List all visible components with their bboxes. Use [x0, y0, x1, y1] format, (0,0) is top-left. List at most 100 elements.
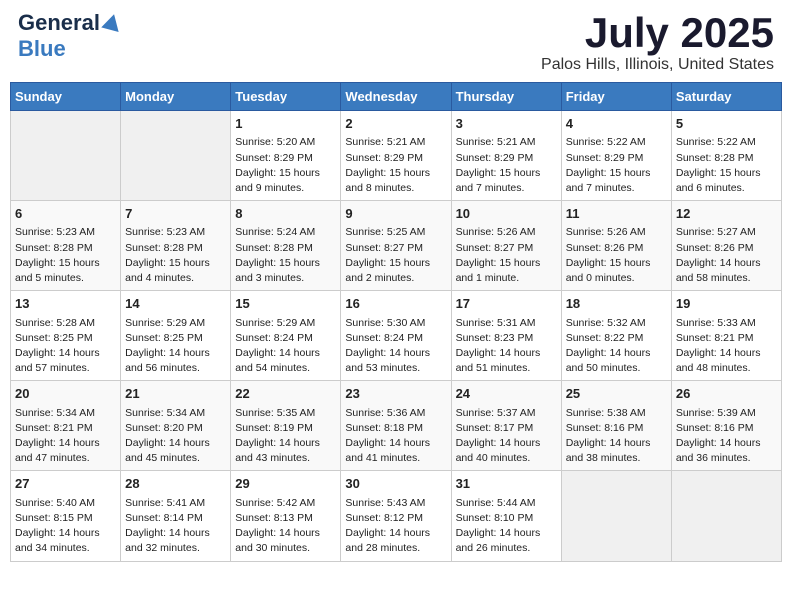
sunset-text: Sunset: 8:25 PM	[15, 331, 116, 346]
sunrise-text: Sunrise: 5:33 AM	[676, 316, 777, 331]
cell-content: Sunrise: 5:27 AMSunset: 8:26 PMDaylight:…	[676, 225, 777, 286]
daylight-text: Daylight: 14 hours and 43 minutes.	[235, 436, 336, 466]
calendar-cell	[11, 111, 121, 201]
weekday-header-friday: Friday	[561, 83, 671, 111]
day-number: 14	[125, 295, 226, 313]
calendar-cell: 31 Sunrise: 5:44 AMSunset: 8:10 PMDayligh…	[451, 471, 561, 561]
sunset-text: Sunset: 8:15 PM	[15, 511, 116, 526]
cell-content: Sunrise: 5:26 AMSunset: 8:26 PMDaylight:…	[566, 225, 667, 286]
day-number: 31	[456, 475, 557, 493]
daylight-text: Daylight: 14 hours and 36 minutes.	[676, 436, 777, 466]
day-number: 23	[345, 385, 446, 403]
weekday-header-monday: Monday	[121, 83, 231, 111]
sunrise-text: Sunrise: 5:25 AM	[345, 225, 446, 240]
daylight-text: Daylight: 15 hours and 2 minutes.	[345, 256, 446, 286]
sunset-text: Sunset: 8:29 PM	[566, 151, 667, 166]
daylight-text: Daylight: 14 hours and 41 minutes.	[345, 436, 446, 466]
day-number: 16	[345, 295, 446, 313]
cell-content: Sunrise: 5:21 AMSunset: 8:29 PMDaylight:…	[345, 135, 446, 196]
calendar-cell: 16Sunrise: 5:30 AMSunset: 8:24 PMDayligh…	[341, 291, 451, 381]
sunset-text: Sunset: 8:22 PM	[566, 331, 667, 346]
sunrise-text: Sunrise: 5:21 AM	[456, 135, 557, 150]
cell-content: Sunrise: 5:28 AMSunset: 8:25 PMDaylight:…	[15, 316, 116, 377]
sunrise-text: Sunrise: 5:39 AM	[676, 406, 777, 421]
weekday-header-wednesday: Wednesday	[341, 83, 451, 111]
calendar-cell: 29Sunrise: 5:42 AMSunset: 8:13 PMDayligh…	[231, 471, 341, 561]
sunrise-text: Sunrise: 5:21 AM	[345, 135, 446, 150]
sunset-text: Sunset: 8:24 PM	[235, 331, 336, 346]
sunset-text: Sunset: 8:21 PM	[676, 331, 777, 346]
cell-content: Sunrise: 5:26 AMSunset: 8:27 PMDaylight:…	[456, 225, 557, 286]
calendar-cell: 3Sunrise: 5:21 AMSunset: 8:29 PMDaylight…	[451, 111, 561, 201]
day-number: 15	[235, 295, 336, 313]
sunset-text: Sunset: 8:29 PM	[235, 151, 336, 166]
cell-content: Sunrise: 5:20 AMSunset: 8:29 PMDaylight:…	[235, 135, 336, 196]
cell-content: Sunrise: 5:39 AMSunset: 8:16 PMDaylight:…	[676, 406, 777, 467]
cell-content: Sunrise: 5:29 AMSunset: 8:24 PMDaylight:…	[235, 316, 336, 377]
sunrise-text: Sunrise: 5:31 AM	[456, 316, 557, 331]
sunrise-text: Sunrise: 5:24 AM	[235, 225, 336, 240]
daylight-text: Daylight: 15 hours and 3 minutes.	[235, 256, 336, 286]
calendar-cell: 8Sunrise: 5:24 AMSunset: 8:28 PMDaylight…	[231, 201, 341, 291]
calendar-week-4: 20Sunrise: 5:34 AMSunset: 8:21 PMDayligh…	[11, 381, 782, 471]
sunset-text: Sunset: 8:28 PM	[235, 241, 336, 256]
calendar-cell: 23 Sunrise: 5:36 AMSunset: 8:18 PMDayligh…	[341, 381, 451, 471]
cell-content: Sunrise: 5:32 AMSunset: 8:22 PMDaylight:…	[566, 316, 667, 377]
sunset-text: Sunset: 8:28 PM	[15, 241, 116, 256]
calendar-table: SundayMondayTuesdayWednesdayThursdayFrid…	[10, 82, 782, 561]
day-number: 12	[676, 205, 777, 223]
day-number: 24	[456, 385, 557, 403]
sunset-text: Sunset: 8:23 PM	[456, 331, 557, 346]
sunrise-text: Sunrise: 5:22 AM	[676, 135, 777, 150]
sunrise-text: Sunrise: 5:42 AM	[235, 496, 336, 511]
title-block: July 2025 Palos Hills, Illinois, United …	[541, 10, 774, 74]
day-number: 17	[456, 295, 557, 313]
cell-content: Sunrise: 5:22 AMSunset: 8:29 PMDaylight:…	[566, 135, 667, 196]
daylight-text: Daylight: 15 hours and 6 minutes.	[676, 166, 777, 196]
daylight-text: Daylight: 14 hours and 40 minutes.	[456, 436, 557, 466]
sunrise-text: Sunrise: 5:23 AM	[125, 225, 226, 240]
calendar-cell: 27Sunrise: 5:40 AMSunset: 8:15 PMDayligh…	[11, 471, 121, 561]
sunrise-text: Sunrise: 5:26 AM	[566, 225, 667, 240]
daylight-text: Daylight: 14 hours and 57 minutes.	[15, 346, 116, 376]
sunset-text: Sunset: 8:27 PM	[345, 241, 446, 256]
cell-content: Sunrise: 5:21 AMSunset: 8:29 PMDaylight:…	[456, 135, 557, 196]
calendar-cell	[561, 471, 671, 561]
daylight-text: Daylight: 15 hours and 4 minutes.	[125, 256, 226, 286]
sunset-text: Sunset: 8:14 PM	[125, 511, 226, 526]
sunrise-text: Sunrise: 5:38 AM	[566, 406, 667, 421]
logo: General Blue	[18, 10, 121, 62]
cell-content: Sunrise: 5:44 AMSunset: 8:10 PMDaylight:…	[456, 496, 557, 557]
calendar-cell: 15 Sunrise: 5:29 AMSunset: 8:24 PMDayligh…	[231, 291, 341, 381]
calendar-cell: 18Sunrise: 5:32 AMSunset: 8:22 PMDayligh…	[561, 291, 671, 381]
cell-content: Sunrise: 5:34 AMSunset: 8:21 PMDaylight:…	[15, 406, 116, 467]
calendar-cell: 19Sunrise: 5:33 AMSunset: 8:21 PMDayligh…	[671, 291, 781, 381]
day-number: 9	[345, 205, 446, 223]
daylight-text: Daylight: 15 hours and 8 minutes.	[345, 166, 446, 196]
sunset-text: Sunset: 8:27 PM	[456, 241, 557, 256]
daylight-text: Daylight: 14 hours and 56 minutes.	[125, 346, 226, 376]
day-number: 13	[15, 295, 116, 313]
sunset-text: Sunset: 8:21 PM	[15, 421, 116, 436]
sunrise-text: Sunrise: 5:34 AM	[125, 406, 226, 421]
day-number: 6	[15, 205, 116, 223]
calendar-cell: 5Sunrise: 5:22 AMSunset: 8:28 PMDaylight…	[671, 111, 781, 201]
day-number: 22	[235, 385, 336, 403]
calendar-cell: 10Sunrise: 5:26 AMSunset: 8:27 PMDayligh…	[451, 201, 561, 291]
sunrise-text: Sunrise: 5:23 AM	[15, 225, 116, 240]
weekday-header-saturday: Saturday	[671, 83, 781, 111]
daylight-text: Daylight: 15 hours and 5 minutes.	[15, 256, 116, 286]
day-number: 25	[566, 385, 667, 403]
sunrise-text: Sunrise: 5:27 AM	[676, 225, 777, 240]
daylight-text: Daylight: 14 hours and 30 minutes.	[235, 526, 336, 556]
cell-content: Sunrise: 5:41 AMSunset: 8:14 PMDaylight:…	[125, 496, 226, 557]
cell-content: Sunrise: 5:38 AMSunset: 8:16 PMDaylight:…	[566, 406, 667, 467]
weekday-header-tuesday: Tuesday	[231, 83, 341, 111]
day-number: 30	[345, 475, 446, 493]
cell-content: Sunrise: 5:36 AMSunset: 8:18 PMDaylight:…	[345, 406, 446, 467]
calendar-cell: 11Sunrise: 5:26 AMSunset: 8:26 PMDayligh…	[561, 201, 671, 291]
sunset-text: Sunset: 8:24 PM	[345, 331, 446, 346]
daylight-text: Daylight: 15 hours and 0 minutes.	[566, 256, 667, 286]
cell-content: Sunrise: 5:42 AMSunset: 8:13 PMDaylight:…	[235, 496, 336, 557]
day-number: 21	[125, 385, 226, 403]
